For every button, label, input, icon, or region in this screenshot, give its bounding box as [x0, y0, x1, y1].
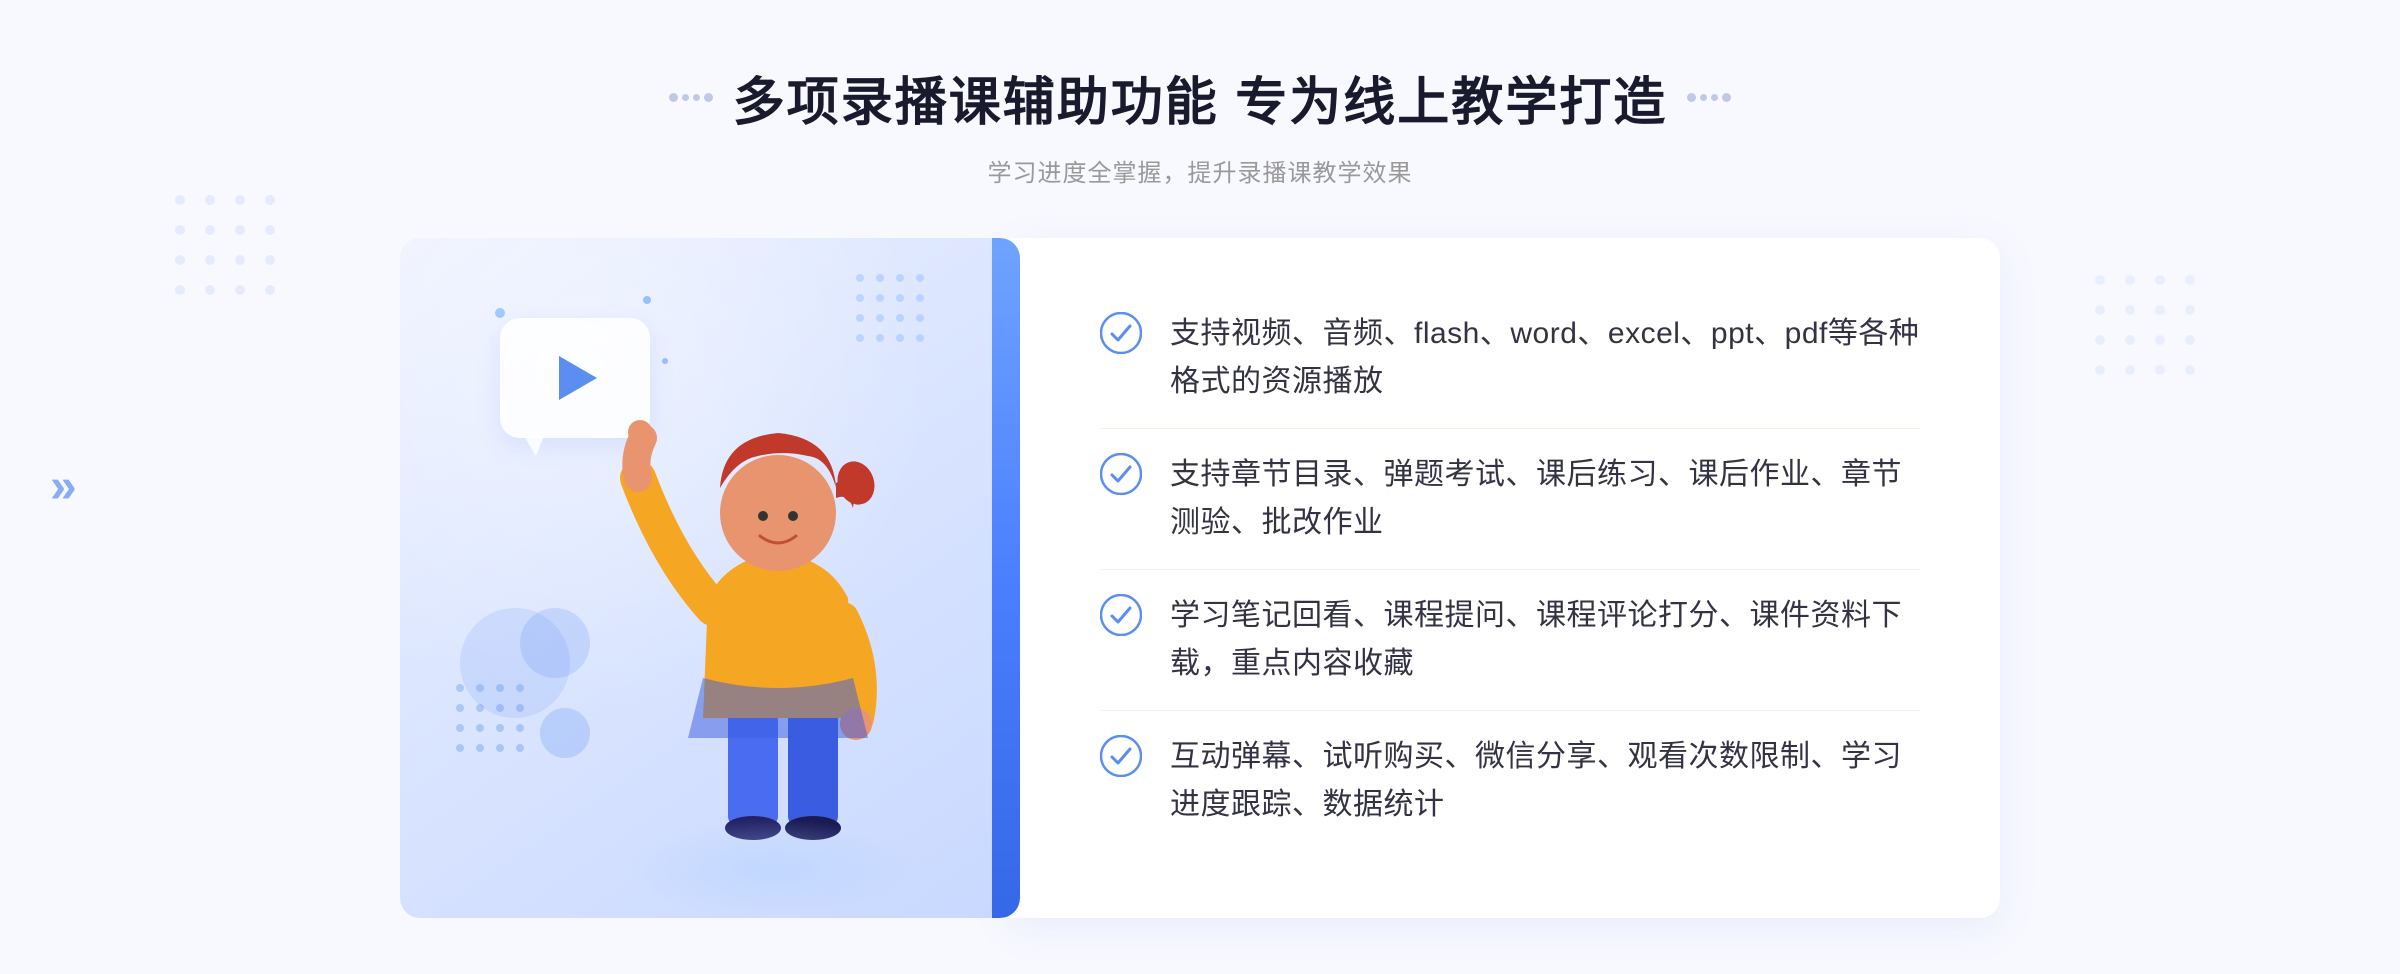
deco-circle-tiny: [540, 708, 590, 758]
left-nav-arrow[interactable]: »: [50, 463, 77, 511]
chevron-icon: »: [50, 463, 77, 511]
deco-circle-small: [520, 608, 590, 678]
feature-text-1: 支持视频、音频、flash、word、excel、ppt、pdf等各种格式的资源…: [1170, 310, 1920, 406]
feature-text-2: 支持章节目录、弹题考试、课后练习、课后作业、章节测验、批改作业: [1170, 451, 1920, 547]
page-container: 多项录播课辅助功能 专为线上教学打造 学习进度全掌握，提升录播课教学效果 »: [0, 0, 2400, 974]
subtitle: 学习进度全掌握，提升录播课教学效果: [669, 153, 1731, 188]
check-icon-1: [1100, 312, 1142, 354]
main-title: 多项录播课辅助功能 专为线上教学打造: [669, 60, 1731, 135]
check-icon-3: [1100, 594, 1142, 636]
title-dots-left: [669, 93, 713, 102]
illustration-card: [400, 238, 1020, 918]
illustration-dot-grid: [850, 268, 970, 368]
check-icon-4: [1100, 735, 1142, 777]
header-section: 多项录播课辅助功能 专为线上教学打造 学习进度全掌握，提升录播课教学效果: [669, 0, 1731, 188]
features-card: 支持视频、音频、flash、word、excel、ppt、pdf等各种格式的资源…: [1010, 238, 2000, 918]
feature-item-3: 学习笔记回看、课程提问、课程评论打分、课件资料下载，重点内容收藏: [1100, 570, 1920, 711]
accent-bar: [992, 238, 1020, 918]
page-title: 多项录播课辅助功能 专为线上教学打造: [733, 60, 1667, 135]
check-icon-2: [1100, 453, 1142, 495]
feature-text-4: 互动弹幕、试听购买、微信分享、观看次数限制、学习进度跟踪、数据统计: [1170, 733, 1920, 829]
feature-item-2: 支持章节目录、弹题考试、课后练习、课后作业、章节测验、批改作业: [1100, 429, 1920, 570]
sparkle-3: [660, 353, 670, 371]
feature-text-3: 学习笔记回看、课程提问、课程评论打分、课件资料下载，重点内容收藏: [1170, 592, 1920, 688]
feature-item-1: 支持视频、音频、flash、word、excel、ppt、pdf等各种格式的资源…: [1100, 288, 1920, 429]
light-beam: [620, 818, 920, 918]
title-dots-right: [1687, 93, 1731, 102]
sparkle-2: [640, 293, 654, 312]
sparkle-1: [490, 303, 510, 328]
content-area: 支持视频、音频、flash、word、excel、ppt、pdf等各种格式的资源…: [400, 238, 2000, 918]
feature-item-4: 互动弹幕、试听购买、微信分享、观看次数限制、学习进度跟踪、数据统计: [1100, 711, 1920, 851]
features-list: 支持视频、音频、flash、word、excel、ppt、pdf等各种格式的资源…: [1100, 288, 1920, 851]
play-icon: [559, 356, 597, 400]
